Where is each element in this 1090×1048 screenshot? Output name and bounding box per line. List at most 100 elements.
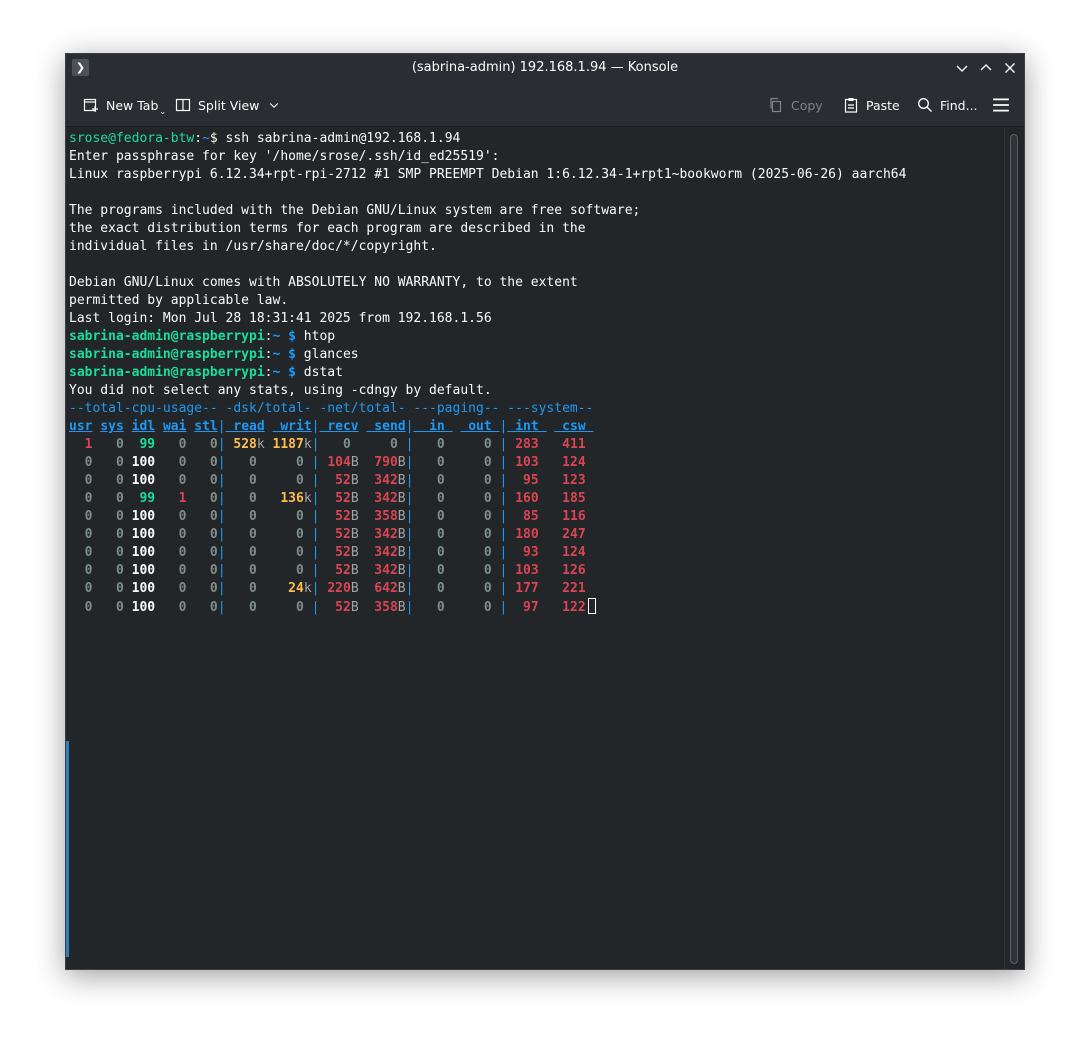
- terminal-text-segment: B: [350, 527, 359, 542]
- terminal-text-segment: |: [491, 473, 508, 488]
- terminal-text-segment: 0: [256, 509, 304, 524]
- close-button[interactable]: [1002, 60, 1018, 76]
- terminal-text-segment: B: [397, 545, 406, 560]
- minimize-button[interactable]: [954, 60, 970, 76]
- terminal-text-segment: 790: [358, 455, 398, 470]
- terminal-text-segment: 0: [69, 545, 93, 560]
- terminal-text-segment: |: [217, 437, 226, 452]
- terminal-text-segment: |: [217, 563, 226, 578]
- terminal-text-segment: 283: [507, 437, 539, 452]
- hamburger-menu-button[interactable]: [992, 96, 1010, 114]
- terminal-text-segment: You did not select any stats, using -cdn…: [69, 383, 492, 398]
- terminal-text-segment: 97: [507, 600, 539, 615]
- terminal-text-segment: |: [311, 437, 320, 452]
- terminal-text-segment: |: [397, 437, 414, 452]
- window-title: (sabrina-admin) 192.168.1.94 — Konsole: [411, 60, 679, 75]
- terminal-text-segment: 0: [69, 600, 93, 615]
- new-tab-button[interactable]: New Tab ⌄: [83, 96, 166, 116]
- terminal-text-segment: 0: [155, 473, 187, 488]
- terminal-text-segment: :: [264, 329, 273, 344]
- terminal-text-segment: 342: [358, 545, 398, 560]
- terminal-text-segment: B: [397, 491, 406, 506]
- copy-button[interactable]: Copy: [768, 96, 823, 114]
- terminal-line: permitted by applicable law.: [69, 292, 906, 310]
- terminal-text-segment: 116: [538, 509, 586, 524]
- terminal-text-segment: |: [311, 581, 320, 596]
- terminal-text-segment: 100: [123, 600, 156, 615]
- terminal-text-segment: B: [350, 545, 359, 560]
- terminal-text-segment: 0: [155, 509, 187, 524]
- terminal-view[interactable]: srose@fedora-btw:~$ ssh sabrina-admin@19…: [66, 128, 1004, 969]
- terminal-text-segment: 0: [444, 437, 492, 452]
- terminal-text-segment: 100: [123, 473, 156, 488]
- terminal-text-segment: 52: [319, 509, 351, 524]
- terminal-text-segment: 0: [186, 563, 218, 578]
- terminal-text-segment: |: [303, 455, 320, 470]
- terminal-text-segment: 0: [186, 509, 218, 524]
- terminal-text-segment: B: [397, 455, 406, 470]
- terminal-text-segment: 103: [507, 455, 539, 470]
- terminal-text-segment: 0: [155, 455, 187, 470]
- terminal-text-segment: 52: [319, 491, 351, 506]
- terminal-text-segment: 1187: [264, 437, 304, 452]
- terminal-text-segment: 95: [507, 473, 539, 488]
- find-button[interactable]: Find...: [917, 96, 978, 114]
- terminal-text-segment: 0: [92, 527, 124, 542]
- close-icon: [1005, 63, 1015, 73]
- chevron-up-icon: [980, 64, 992, 71]
- terminal-line: --total-cpu-usage-- -dsk/total- -net/tot…: [69, 400, 906, 418]
- terminal-line: You did not select any stats, using -cdn…: [69, 382, 906, 400]
- terminal-text-segment: dstat: [295, 365, 343, 380]
- maximize-button[interactable]: [978, 60, 994, 76]
- terminal-text-segment: |: [303, 545, 320, 560]
- terminal-text-segment: 0: [256, 563, 304, 578]
- terminal-text-segment: |: [303, 527, 320, 542]
- scrollbar-thumb[interactable]: [1010, 134, 1018, 964]
- terminal-text-segment: 0: [155, 600, 187, 615]
- terminal-text-segment: writ: [272, 419, 312, 434]
- terminal-text-segment: 0: [69, 509, 93, 524]
- terminal-text-segment: 0: [444, 455, 492, 470]
- terminal-text-segment: 342: [358, 491, 398, 506]
- terminal-text-segment: glances: [295, 347, 359, 362]
- terminal-text-segment: sabrina-admin@raspberrypi: [69, 347, 265, 362]
- new-tab-icon: [83, 98, 98, 112]
- terminal-text-segment: 0: [350, 437, 398, 452]
- terminal-text-segment: 1: [155, 491, 187, 506]
- terminal-text-segment: 0: [444, 563, 492, 578]
- terminal-line: Enter passphrase for key '/home/srose/.s…: [69, 148, 906, 166]
- paste-button[interactable]: Paste: [843, 96, 900, 114]
- terminal-line: The programs included with the Debian GN…: [69, 202, 906, 220]
- terminal-text-segment: recv: [319, 419, 359, 434]
- terminal-text-segment: 0: [444, 527, 492, 542]
- terminal-text-segment: B: [350, 491, 359, 506]
- terminal-text-segment: 0: [186, 491, 218, 506]
- terminal-text-segment: 180: [507, 527, 539, 542]
- terminal-text-segment: k: [303, 581, 312, 596]
- terminal-text-segment: permitted by applicable law.: [69, 293, 289, 308]
- terminal-text-segment: B: [350, 509, 359, 524]
- terminal-text-segment: 0: [155, 545, 187, 560]
- terminal-text-segment: 0: [92, 437, 124, 452]
- terminal-line: 0 0 100 0 0| 0 0 | 52B 342B| 0 0 | 93 12…: [69, 544, 906, 562]
- terminal-text-segment: 220: [319, 581, 351, 596]
- terminal-text-segment: 0: [155, 563, 187, 578]
- terminal-text-segment: 85: [507, 509, 539, 524]
- terminal-text-segment: 100: [123, 563, 156, 578]
- terminal-text-segment: |: [303, 473, 320, 488]
- terminal-text-segment: 104: [319, 455, 351, 470]
- terminal-text-segment: 0: [413, 527, 445, 542]
- terminal-line: 0 0 100 0 0| 0 0 | 52B 358B| 0 0 | 85 11…: [69, 508, 906, 526]
- terminal-text-segment: 52: [319, 545, 351, 560]
- terminal-cursor: [587, 598, 596, 614]
- terminal-text-segment: |: [217, 527, 226, 542]
- split-view-button[interactable]: Split View: [175, 96, 280, 114]
- terminal-text-segment: B: [397, 473, 406, 488]
- terminal-text-segment: 0: [256, 545, 304, 560]
- vertical-scrollbar[interactable]: [1004, 128, 1024, 969]
- terminal-text-segment: 411: [538, 437, 586, 452]
- title-bar[interactable]: ❯ (sabrina-admin) 192.168.1.94 — Konsole: [66, 54, 1024, 82]
